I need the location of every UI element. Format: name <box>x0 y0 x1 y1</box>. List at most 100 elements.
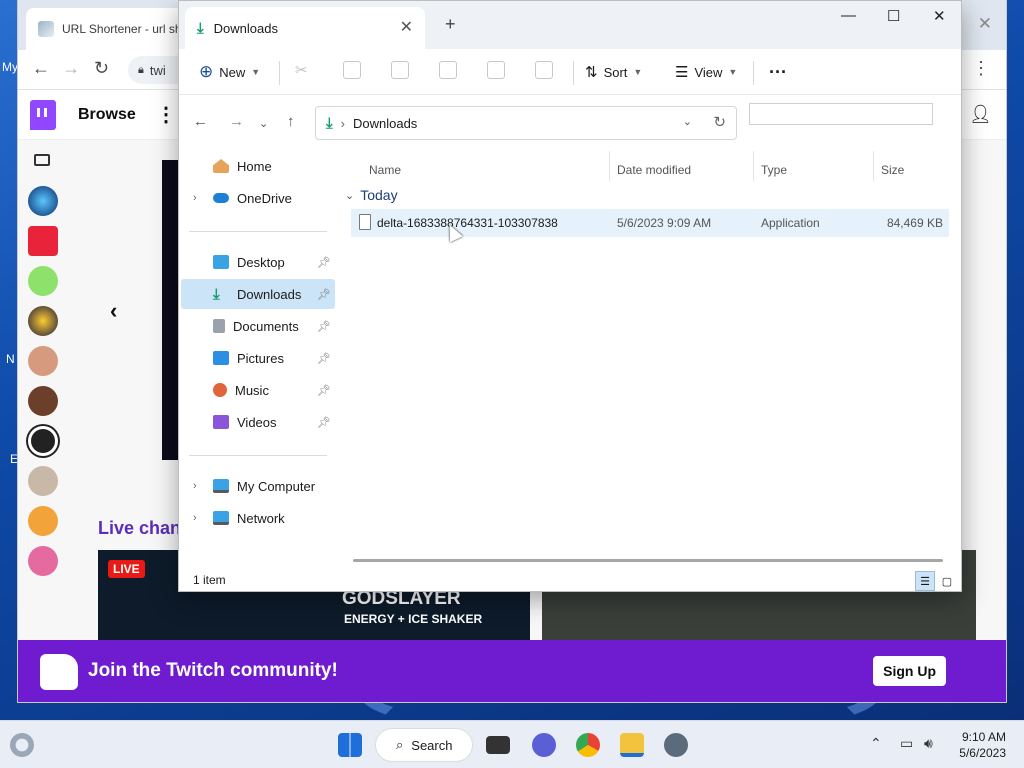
nav-item-desktop[interactable]: Desktop 📌︎ <box>181 247 335 277</box>
group-header[interactable]: ⌄ Today <box>345 187 398 203</box>
delete-icon[interactable] <box>535 61 553 79</box>
channel-avatar[interactable] <box>28 306 58 336</box>
share-icon[interactable] <box>487 61 505 79</box>
path-bar[interactable]: ⤓ › Downloads ⌄ ↻ <box>315 106 737 140</box>
nav-item-home[interactable]: Home <box>181 151 335 181</box>
channel-avatar[interactable] <box>28 346 58 376</box>
nav-item-my-computer[interactable]: › My Computer <box>181 471 335 501</box>
desktop-icon-label[interactable]: E <box>10 452 18 466</box>
nav-item-downloads[interactable]: ⤓ Downloads 📌︎ <box>181 279 335 309</box>
column-divider[interactable] <box>873 151 874 181</box>
column-header-date[interactable]: Date modified <box>617 163 691 177</box>
file-explorer-icon[interactable] <box>620 733 644 757</box>
file-row[interactable]: delta-1683388764331-103307838 5/6/2023 9… <box>351 209 949 237</box>
browse-link[interactable]: Browse <box>78 106 136 124</box>
live-badge: LIVE <box>108 560 145 578</box>
details-view-icon[interactable]: ☰ <box>915 571 935 591</box>
more-options-icon[interactable]: ⋮ <box>156 102 176 127</box>
channel-avatar[interactable] <box>28 186 58 216</box>
search-label: Search <box>411 737 453 753</box>
tiles-view-icon[interactable]: ▢ <box>937 571 957 591</box>
breadcrumb-downloads[interactable]: Downloads <box>353 116 417 131</box>
channel-avatar[interactable] <box>28 226 58 256</box>
channel-avatar[interactable] <box>28 546 58 576</box>
browser-menu-icon[interactable]: ⋮ <box>972 58 990 79</box>
minimize-icon[interactable]: — <box>841 7 856 24</box>
pin-icon[interactable]: 📌︎ <box>317 320 331 333</box>
column-divider[interactable] <box>609 151 610 181</box>
settings-gear-icon[interactable] <box>664 733 688 757</box>
channel-avatar[interactable] <box>28 506 58 536</box>
close-icon[interactable]: ✕ <box>933 7 946 25</box>
channel-avatar[interactable] <box>28 266 58 296</box>
column-header-name[interactable]: Name <box>369 163 401 177</box>
nav-item-music[interactable]: Music 📌︎ <box>181 375 335 405</box>
column-divider[interactable] <box>753 151 754 181</box>
recent-chevron-icon[interactable]: ⌄ <box>259 117 268 130</box>
expand-chevron-icon[interactable]: › <box>193 480 197 492</box>
user-icon[interactable]: 👤︎ <box>969 104 992 125</box>
desktop-icon-label[interactable]: N <box>6 352 15 366</box>
search-input[interactable] <box>749 103 933 125</box>
twitch-logo-icon[interactable] <box>30 100 56 130</box>
paste-icon[interactable] <box>391 61 409 79</box>
up-arrow-icon[interactable]: ↑ <box>287 113 295 130</box>
refresh-icon[interactable]: ↻ <box>713 113 726 131</box>
chat-icon[interactable] <box>532 733 556 757</box>
cut-icon[interactable]: ✂ <box>295 61 313 79</box>
pin-icon[interactable]: 📌︎ <box>317 288 331 301</box>
pin-icon[interactable]: 📌︎ <box>317 256 331 269</box>
desktop-icon-label[interactable]: My <box>2 60 18 74</box>
channel-avatar[interactable] <box>28 386 58 416</box>
nav-item-pictures[interactable]: Pictures 📌︎ <box>181 343 335 373</box>
back-arrow-icon[interactable]: ← <box>32 58 50 79</box>
more-options-icon[interactable]: ··· <box>769 59 787 85</box>
rename-icon[interactable] <box>439 61 457 79</box>
chrome-icon[interactable] <box>576 733 600 757</box>
nav-item-network[interactable]: › Network <box>181 503 335 533</box>
widgets-icon[interactable] <box>10 733 34 757</box>
sort-button[interactable]: ⇅ Sort ▼ <box>585 59 642 85</box>
explorer-tab[interactable]: ⤓ Downloads ✕ <box>185 7 425 49</box>
taskbar-search[interactable]: ⌕ Search <box>376 729 472 761</box>
nav-item-documents[interactable]: Documents 📌︎ <box>181 311 335 341</box>
column-header-type[interactable]: Type <box>761 163 787 177</box>
expand-chevron-icon[interactable]: › <box>193 192 197 204</box>
channel-avatar[interactable] <box>28 426 58 456</box>
nav-item-videos[interactable]: Videos 📌︎ <box>181 407 335 437</box>
clock[interactable]: 9:10 AM 5/6/2023 <box>959 729 1006 761</box>
browser-close-icon[interactable]: ✕ <box>978 14 992 34</box>
back-arrow-icon[interactable]: ← <box>193 113 208 130</box>
sign-up-button[interactable]: Sign Up <box>873 656 946 686</box>
browser-tab[interactable]: URL Shortener - url sh <box>26 8 186 50</box>
pin-icon[interactable]: 📌︎ <box>317 416 331 429</box>
banner-text: Join the Twitch community! <box>88 660 338 681</box>
new-button[interactable]: ⊕ New ▼ <box>199 59 260 85</box>
forward-arrow-icon[interactable]: → <box>62 58 80 79</box>
pin-icon[interactable]: 📌︎ <box>317 352 331 365</box>
status-item-count: 1 item <box>193 573 226 587</box>
new-tab-icon[interactable]: + <box>445 14 456 35</box>
chevron-down-icon[interactable]: ⌄ <box>683 115 692 128</box>
view-button[interactable]: ☰ View ▼ <box>675 59 737 85</box>
nav-label: Downloads <box>237 286 302 302</box>
pin-icon[interactable]: 📌︎ <box>317 384 331 397</box>
forward-arrow-icon[interactable]: → <box>229 113 244 130</box>
horizontal-scrollbar[interactable] <box>353 559 943 562</box>
network-status-icon[interactable]: ▭ <box>900 735 913 752</box>
channel-avatar[interactable] <box>28 466 58 496</box>
copy-icon[interactable] <box>343 61 361 79</box>
carousel-prev-icon[interactable]: ‹ <box>110 298 117 324</box>
tab-close-icon[interactable]: ✕ <box>400 17 413 37</box>
column-header-size[interactable]: Size <box>881 163 904 177</box>
volume-icon[interactable]: 🔊︎ <box>924 735 933 752</box>
plus-circle-icon: ⊕ <box>199 62 214 81</box>
reload-icon[interactable]: ↻ <box>94 58 109 79</box>
video-camera-icon[interactable] <box>34 154 50 166</box>
nav-item-onedrive[interactable]: › OneDrive <box>181 183 335 213</box>
expand-chevron-icon[interactable]: › <box>193 512 197 524</box>
maximize-icon[interactable]: ☐ <box>887 7 900 25</box>
task-view-icon[interactable] <box>486 736 510 754</box>
chevron-up-icon[interactable]: ⌃ <box>870 735 882 752</box>
windows-start-icon[interactable] <box>338 733 362 757</box>
